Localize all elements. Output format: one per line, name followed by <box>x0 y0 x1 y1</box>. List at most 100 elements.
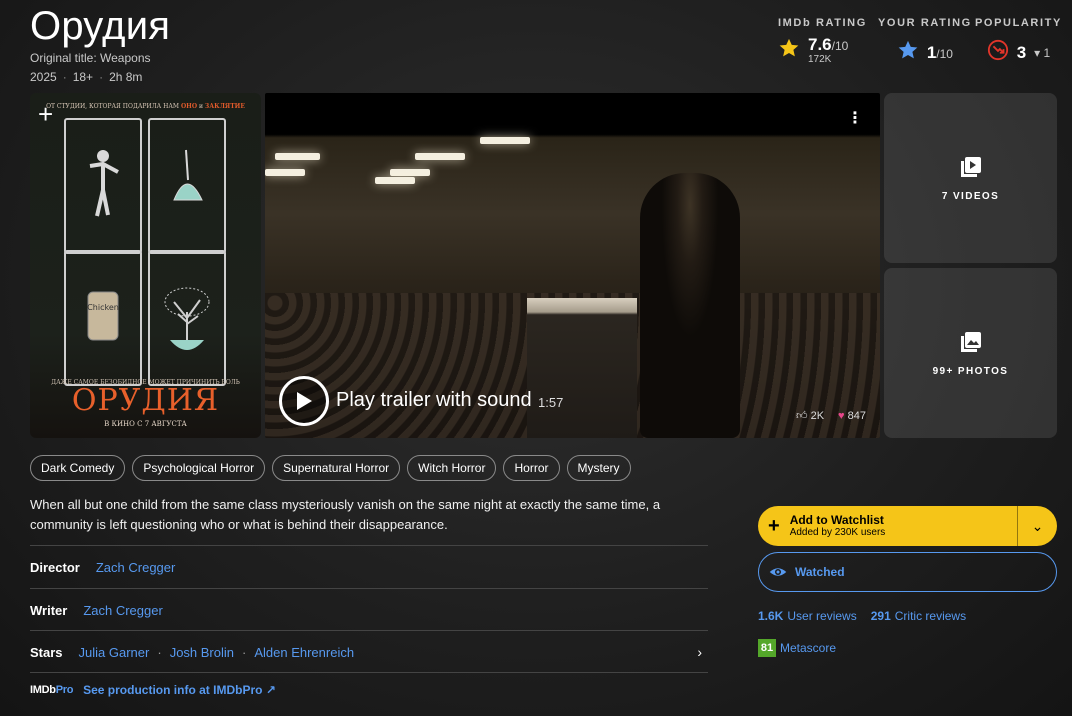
director-label[interactable]: Director <box>30 560 80 575</box>
credit-row-writer: Writer Zach Cregger <box>30 588 708 631</box>
poster-top-line: ОТ СТУДИИ, КОТОРАЯ ПОДАРИЛА НАМ ОНО и ЗА… <box>30 103 261 110</box>
age-rating[interactable]: 18+ <box>73 70 93 84</box>
poster-panel-can: Chicken <box>64 250 142 386</box>
your-rating[interactable]: YOUR RATING 1/10 <box>878 17 972 66</box>
trailer-duration: 1:57 <box>538 395 564 410</box>
separator-dot: · <box>62 70 67 84</box>
imdb-out-of: /10 <box>831 39 849 53</box>
reviews-row: 1.6K User reviews 291 Critic reviews <box>758 609 966 623</box>
star-filled-icon <box>897 39 919 66</box>
critic-review-count: 291 <box>870 609 891 623</box>
ceiling-light <box>375 177 415 184</box>
star-icon <box>778 37 800 64</box>
metascore-badge: 81 <box>758 639 776 657</box>
your-rating-label: YOUR RATING <box>878 17 972 29</box>
watchlist-title: Add to Watchlist <box>789 513 884 527</box>
photo-library-icon <box>960 331 981 352</box>
podium <box>527 298 637 438</box>
genre-chip[interactable]: Psychological Horror <box>132 455 266 481</box>
imdbpro-logo-a: IMDb <box>30 684 56 696</box>
external-link-icon: ↗ <box>265 683 276 697</box>
love-reaction[interactable]: ♥ 847 <box>838 410 866 422</box>
star-link[interactable]: Josh Brolin <box>170 645 234 660</box>
poster-top-text: ОТ СТУДИИ, КОТОРАЯ ПОДАРИЛА НАМ <box>46 103 180 110</box>
imdb-rating[interactable]: IMDb RATING 7.6/10 172K <box>778 17 867 65</box>
ceiling-light <box>415 153 465 160</box>
separator-dot: · <box>99 70 104 84</box>
writer-label[interactable]: Writer <box>30 603 67 618</box>
genre-chip[interactable]: Mystery <box>566 455 631 481</box>
watched-label: Watched <box>795 565 845 579</box>
plus-icon: + <box>768 514 780 537</box>
chevron-down-icon[interactable]: ⌄ <box>1017 506 1057 546</box>
genre-chips: Dark Comedy Psychological Horror Superna… <box>30 455 631 481</box>
popularity[interactable]: POPULARITY 3 ▾ 1 <box>975 17 1062 66</box>
imdbpro-link-text: See production info at IMDbPro <box>83 683 263 697</box>
original-title: Original title: Weapons <box>30 51 151 65</box>
trending-down-icon <box>987 39 1009 66</box>
critic-review-label: Critic reviews <box>894 609 967 623</box>
imdbpro-link[interactable]: See production info at IMDbPro ↗ <box>83 683 276 697</box>
play-trailer-label[interactable]: Play trailer with sound <box>336 389 532 412</box>
user-reviews-link[interactable]: 1.6K User reviews <box>758 609 857 623</box>
photos-tile[interactable]: 99+ PHOTOS <box>884 268 1057 438</box>
plot-summary: When all but one child from the same cla… <box>30 497 661 532</box>
add-to-watchlist-plus-icon[interactable]: + <box>38 99 53 130</box>
watched-button[interactable]: Watched <box>758 552 1057 592</box>
like-reaction[interactable]: 👍︎ 2K <box>796 409 824 422</box>
genre-chip[interactable]: Horror <box>503 455 560 481</box>
trailer-reactions: 👍︎ 2K ♥ 847 <box>796 409 866 423</box>
imdb-score: 7.6 <box>808 35 832 54</box>
reaction-count: 847 <box>847 409 866 422</box>
writer-link[interactable]: Zach Cregger <box>83 603 162 618</box>
divider <box>30 672 708 673</box>
trailer-video[interactable]: ⋮ Play trailer with sound 1:57 👍︎ 2K ♥ 8… <box>265 93 880 438</box>
poster[interactable]: ОТ СТУДИИ, КОТОРАЯ ПОДАРИЛА НАМ ОНО и ЗА… <box>30 93 261 438</box>
your-score: 1 <box>926 42 937 62</box>
user-review-count: 1.6K <box>758 609 784 623</box>
more-options-icon[interactable]: ⋮ <box>840 103 870 133</box>
popularity-change: ▾ 1 <box>1034 46 1050 60</box>
imdbpro-logo-b: Pro <box>55 684 74 696</box>
genre-chip[interactable]: Supernatural Horror <box>272 455 401 481</box>
play-button[interactable] <box>279 376 329 426</box>
release-year[interactable]: 2025 <box>30 70 57 84</box>
caret-down-icon: ▾ <box>1034 45 1041 60</box>
genre-chip[interactable]: Witch Horror <box>407 455 497 481</box>
imdbpro-row: IMDbPro See production info at IMDbPro ↗ <box>30 683 276 697</box>
separator-dot: · <box>242 644 247 660</box>
critic-reviews-link[interactable]: 291 Critic reviews <box>871 609 966 623</box>
popularity-label: POPULARITY <box>975 17 1062 29</box>
thumbs-up-icon: 👍︎ <box>796 410 808 422</box>
your-out-of: /10 <box>936 46 953 61</box>
imdbpro-logo: IMDbPro <box>30 684 73 696</box>
videos-tile[interactable]: 7 VIDEOS <box>884 93 1057 263</box>
watchlist-main[interactable]: + Add to Watchlist Added by 230K users <box>758 506 1017 546</box>
stars-label[interactable]: Stars <box>30 645 63 660</box>
star-link[interactable]: Alden Ehrenreich <box>254 645 354 660</box>
imdb-votes: 172K <box>808 54 832 65</box>
ceiling-light <box>275 153 320 160</box>
director-link[interactable]: Zach Cregger <box>96 560 175 575</box>
add-to-watchlist-button[interactable]: + Add to Watchlist Added by 230K users ⌄ <box>758 506 1057 546</box>
video-library-icon <box>960 156 981 177</box>
page-title: Орудия <box>30 4 171 48</box>
poster-release: В КИНО С 7 АВГУСТА <box>104 420 187 428</box>
credit-row-stars[interactable]: Stars Julia Garner · Josh Brolin · Alden… <box>30 630 708 673</box>
poster-can-label: Chicken <box>87 303 119 312</box>
star-link[interactable]: Julia Garner <box>79 645 150 660</box>
poster-top-highlight: ОНО <box>180 103 198 110</box>
genre-chip[interactable]: Dark Comedy <box>30 455 126 481</box>
poster-panel-tree <box>148 250 226 386</box>
poster-panel-child <box>64 118 142 254</box>
title-meta: 2025 · 18+ · 2h 8m <box>30 70 142 84</box>
metascore-link[interactable]: 81 Metascore <box>758 639 836 657</box>
poster-panel-bell <box>148 118 226 254</box>
poster-top-conj: и <box>199 103 203 110</box>
eye-icon <box>769 568 787 576</box>
chevron-right-icon[interactable]: › <box>697 644 702 660</box>
play-icon <box>297 392 312 410</box>
watchlist-sub: Added by 230K users <box>789 527 886 538</box>
runtime: 2h 8m <box>109 70 143 84</box>
popularity-rank: 3 <box>1016 42 1027 62</box>
